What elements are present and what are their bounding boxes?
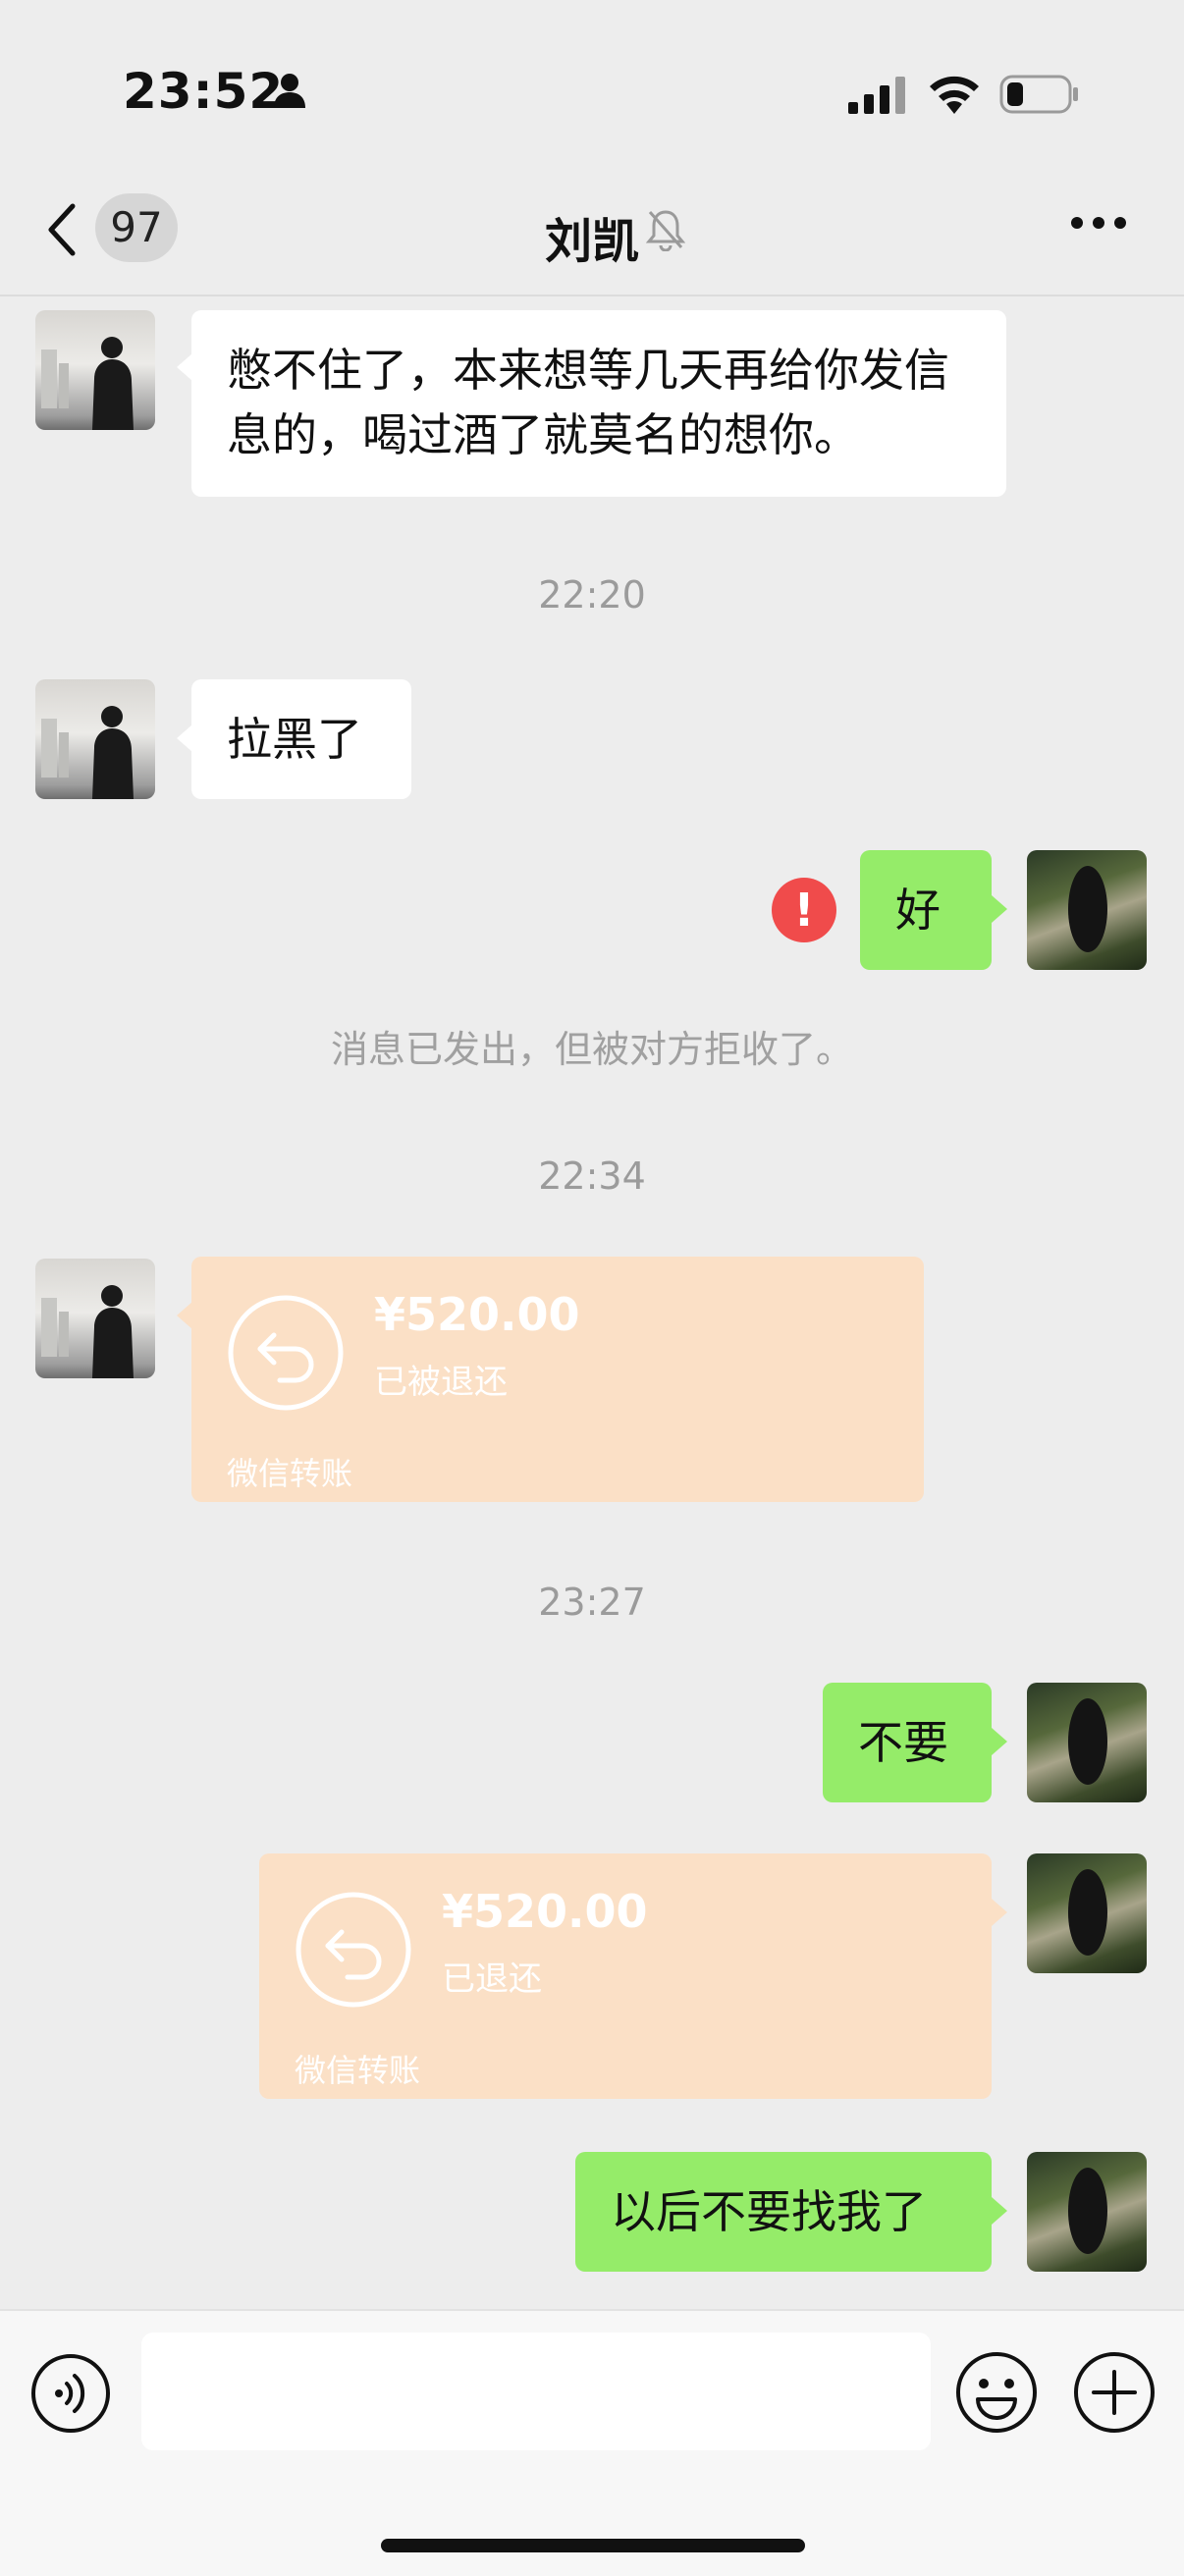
battery-icon [999,75,1078,114]
transfer-amount: ¥520.00 [374,1288,580,1341]
home-indicator [381,2539,805,2552]
wifi-icon [930,76,979,114]
cellular-signal-icon [848,77,905,114]
status-time: 23:52 [123,63,285,120]
rejected-message-notice: 消息已发出，但被对方拒收了。 [330,1028,853,1071]
bubble-tail [992,2197,1007,2225]
message-bubble-sent[interactable]: 以后不要找我了 [575,2152,992,2272]
bubble-tail [177,1302,192,1329]
message-bubble-received[interactable]: 拉黑了 [191,679,411,799]
message-bubble-received[interactable]: 憋不住了，本来想等几天再给你发信息的，喝过酒了就莫名的想你。 [191,310,1006,497]
self-avatar[interactable] [1027,850,1147,970]
transfer-amount: ¥520.00 [442,1885,648,1938]
bubble-tail [177,724,192,752]
mute-bell-icon [646,210,685,251]
transfer-card-received[interactable]: ¥520.00 已被退还 微信转账 [191,1257,924,1502]
self-avatar[interactable] [1027,2152,1147,2272]
contact-avatar[interactable] [35,310,155,430]
message-input[interactable] [141,2333,931,2450]
timestamp: 22:20 [538,573,646,617]
bubble-tail [177,353,192,381]
message-bubble-sent[interactable]: 不要 [823,1683,992,1802]
more-options-button[interactable] [1070,216,1127,230]
voice-input-button[interactable] [29,2352,112,2435]
message-bubble-sent[interactable]: 好 [860,850,992,970]
send-failed-error-icon[interactable]: ! [772,878,836,942]
long-hair-figure-icon [1068,2168,1107,2254]
transfer-card-sent[interactable]: ¥520.00 已退还 微信转账 [259,1853,992,2099]
silhouette-figure-icon [41,706,134,799]
more-functions-plus-button[interactable] [1072,2350,1157,2435]
transfer-status: 已退还 [442,1959,542,1999]
long-hair-figure-icon [1068,866,1107,952]
silhouette-figure-icon [41,1285,134,1378]
silhouette-figure-icon [41,337,134,430]
long-hair-figure-icon [1068,1869,1107,1956]
refund-arrow-icon [296,1892,411,2008]
timestamp: 23:27 [538,1581,646,1624]
transfer-status: 已被退还 [374,1363,508,1402]
contact-avatar[interactable] [35,679,155,799]
refund-arrow-icon [228,1295,344,1411]
transfer-label: 微信转账 [227,1455,353,1492]
person-icon [274,74,305,108]
nav-divider [0,295,1184,296]
long-hair-figure-icon [1068,1698,1107,1785]
chat-title[interactable]: 刘凯 [0,202,1184,271]
timestamp: 22:34 [538,1154,646,1198]
bubble-tail [992,1728,1007,1755]
bubble-tail [992,1899,1007,1926]
emoji-button[interactable] [954,2350,1039,2435]
self-avatar[interactable] [1027,1853,1147,1973]
contact-avatar[interactable] [35,1259,155,1378]
bubble-tail [992,895,1007,923]
self-avatar[interactable] [1027,1683,1147,1802]
transfer-label: 微信转账 [295,2052,421,2089]
